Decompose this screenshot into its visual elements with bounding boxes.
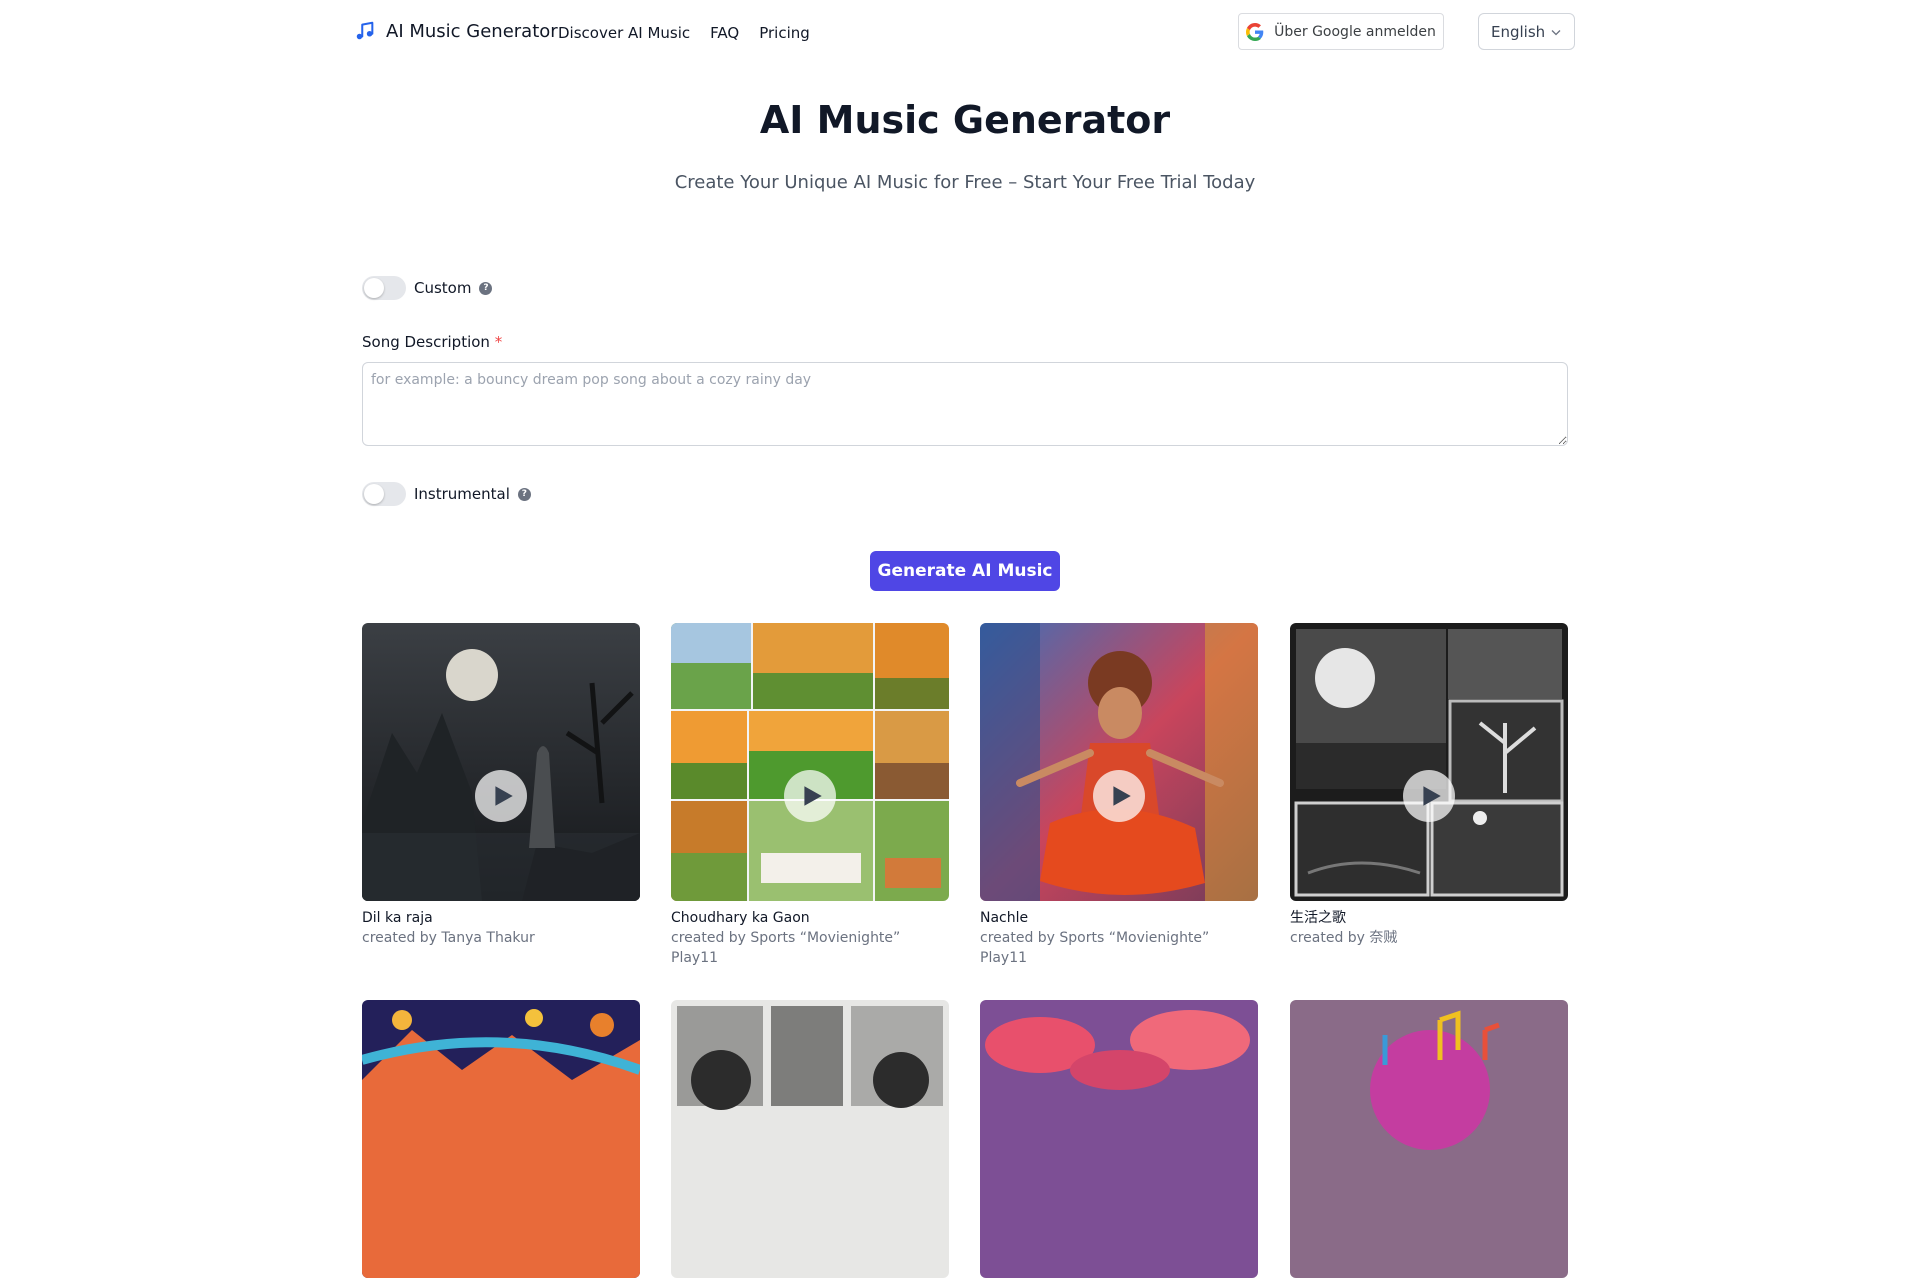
toggle-knob: [364, 484, 384, 504]
main-nav: Discover AI Music FAQ Pricing: [558, 24, 810, 42]
song-card[interactable]: [1290, 1000, 1568, 1278]
play-icon: [1422, 786, 1441, 806]
generate-music-button[interactable]: Generate AI Music: [870, 551, 1060, 591]
chevron-down-icon: [1551, 29, 1561, 35]
song-description-label: Song Description *: [362, 333, 502, 351]
play-button[interactable]: [1403, 770, 1455, 822]
cover-art: [1290, 1000, 1568, 1278]
song-cover-image[interactable]: [980, 623, 1258, 901]
cover-art: [980, 623, 1258, 901]
play-icon: [1112, 786, 1131, 806]
cover-art: [671, 1000, 949, 1278]
cover-art: [980, 1000, 1258, 1278]
question-circle-icon[interactable]: ?: [479, 281, 493, 295]
song-cover-image[interactable]: [362, 623, 640, 901]
page-title: AI Music Generator: [759, 98, 1171, 142]
play-icon: [494, 786, 513, 806]
brand-name: AI Music Generator: [386, 20, 558, 42]
song-cover-image[interactable]: [671, 1000, 949, 1278]
custom-toggle[interactable]: [362, 276, 406, 300]
song-card[interactable]: [362, 1000, 640, 1278]
top-nav: AI Music Generator Discover AI Music FAQ…: [0, 0, 1920, 64]
instrumental-label: Instrumental: [414, 485, 510, 503]
song-cover-image[interactable]: [1290, 1000, 1568, 1278]
required-marker: *: [494, 333, 503, 351]
cover-art: [362, 1000, 640, 1278]
language-value: English: [1491, 22, 1546, 41]
question-circle-icon[interactable]: ?: [517, 487, 531, 501]
google-signin-label: Über Google anmelden: [1274, 23, 1436, 40]
song-description-label-text: Song Description: [362, 333, 490, 351]
custom-toggle-row: Custom ?: [362, 276, 493, 300]
song-card[interactable]: Dil ka raja created by Tanya Thakur: [362, 623, 640, 948]
song-cover-image[interactable]: [671, 623, 949, 901]
song-description-input[interactable]: [362, 362, 1568, 446]
instrumental-toggle-row: Instrumental ?: [362, 482, 531, 506]
nav-discover-link[interactable]: Discover AI Music: [558, 24, 690, 42]
song-cover-image[interactable]: [980, 1000, 1258, 1278]
play-button[interactable]: [1093, 770, 1145, 822]
song-title: Dil ka raja: [362, 910, 433, 926]
song-creator: created by Sports “Movienighte” Play11: [671, 930, 901, 966]
song-creator: created by Tanya Thakur: [362, 930, 535, 946]
page-subtitle: Create Your Unique AI Music for Free – S…: [674, 172, 1256, 193]
song-creator: created by 奈贼: [1290, 930, 1398, 946]
cover-art: [362, 623, 640, 901]
song-card[interactable]: [980, 1000, 1258, 1278]
song-title: Nachle: [980, 910, 1029, 926]
custom-label: Custom: [414, 279, 472, 297]
song-cover-image[interactable]: [1290, 623, 1568, 901]
play-button[interactable]: [475, 770, 527, 822]
song-card[interactable]: [671, 1000, 949, 1278]
song-title: Choudhary ka Gaon: [671, 910, 810, 926]
cover-art: [671, 623, 949, 901]
nav-pricing-link[interactable]: Pricing: [759, 24, 810, 42]
play-icon: [803, 786, 822, 806]
song-card[interactable]: Choudhary ka Gaon created by Sports “Mov…: [671, 623, 949, 968]
brand-link[interactable]: AI Music Generator: [354, 20, 558, 42]
toggle-knob: [364, 278, 384, 298]
instrumental-toggle[interactable]: [362, 482, 406, 506]
song-card[interactable]: 生活之歌 created by 奈贼: [1290, 623, 1568, 948]
cover-art: [1290, 623, 1568, 901]
google-signin-button[interactable]: Über Google anmelden: [1238, 13, 1444, 50]
google-g-icon: [1246, 22, 1264, 41]
language-select[interactable]: English: [1478, 13, 1575, 50]
nav-faq-link[interactable]: FAQ: [710, 24, 739, 42]
music-note-icon: [356, 21, 374, 40]
song-cover-image[interactable]: [362, 1000, 640, 1278]
song-card[interactable]: Nachle created by Sports “Movienighte” P…: [980, 623, 1258, 968]
song-title: 生活之歌: [1290, 910, 1346, 926]
song-creator: created by Sports “Movienighte” Play11: [980, 930, 1210, 966]
play-button[interactable]: [784, 770, 836, 822]
